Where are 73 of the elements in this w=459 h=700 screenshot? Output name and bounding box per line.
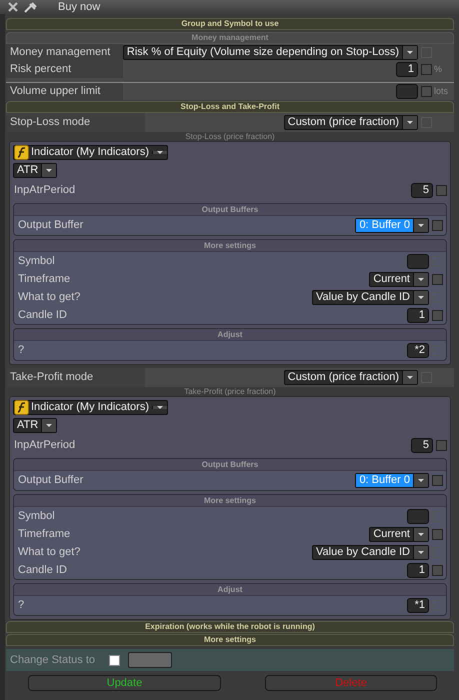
field-label: What to get? (17, 544, 80, 560)
field-label: Stop-Loss mode (6, 113, 145, 132)
number-field[interactable] (396, 84, 418, 99)
caret-icon (413, 474, 428, 487)
caret-icon (41, 164, 56, 177)
field-label: Candle ID (17, 308, 67, 323)
caret-icon (402, 116, 418, 129)
indicator-dropdown[interactable]: ATR (13, 163, 58, 178)
number-field[interactable]: 5 (411, 438, 433, 453)
dropdown[interactable]: Custom (price fraction) (284, 370, 418, 385)
section-header[interactable]: More settings (6, 634, 454, 646)
field-label: Candle ID (17, 562, 67, 578)
checkbox[interactable] (436, 440, 447, 451)
number-field[interactable]: 1 (396, 62, 418, 77)
window-title: Buy now (58, 1, 100, 13)
field-label: ? (17, 598, 24, 614)
dropdown[interactable]: Current (369, 272, 429, 286)
field-label: Symbol (17, 508, 55, 524)
field-label: What to get? (17, 290, 80, 305)
close-icon[interactable] (8, 2, 18, 12)
caret-icon (413, 528, 428, 540)
field-label: Take-Profit mode (6, 368, 145, 387)
function-icon (14, 400, 29, 415)
number-field[interactable] (407, 254, 429, 268)
checkbox[interactable] (432, 310, 443, 320)
caret-icon (402, 371, 418, 384)
source-dropdown[interactable]: Indicator (My Indicators) (13, 145, 168, 160)
dropdown[interactable]: Current (369, 526, 429, 542)
caret-icon (413, 272, 428, 286)
unit-label: % (433, 62, 444, 76)
field-label: InpAtrPeriod (13, 183, 76, 198)
field-label: Output Buffer (17, 218, 84, 234)
dropdown[interactable]: Custom (price fraction) (284, 115, 418, 130)
caption-text: Take-Profit (price fraction) (183, 387, 277, 396)
section-header[interactable]: Stop-Loss and Take-Profit (6, 101, 454, 113)
caret-icon (413, 546, 428, 558)
caret-icon (413, 219, 428, 232)
field-label: Timeframe (17, 272, 70, 287)
caption-text: Stop-Loss (price fraction) (184, 132, 276, 141)
number-field[interactable]: 1 (407, 308, 429, 322)
number-field[interactable]: 5 (411, 183, 433, 198)
number-field[interactable]: 1 (407, 562, 429, 578)
field-label: Money management (6, 44, 123, 61)
field-label: Timeframe (17, 526, 70, 542)
checkbox[interactable] (421, 86, 432, 97)
status-field[interactable] (128, 652, 172, 668)
indicator-dropdown[interactable]: ATR (13, 418, 58, 433)
number-field[interactable] (407, 508, 429, 524)
caret-icon (41, 419, 56, 432)
field-label: Risk percent (6, 61, 123, 78)
source-dropdown[interactable]: Indicator (My Indicators) (13, 400, 168, 415)
field-label: ? (17, 343, 24, 358)
action-button[interactable]: Update (28, 675, 221, 691)
field-label: InpAtrPeriod (13, 438, 76, 454)
field-label: Symbol (17, 254, 55, 269)
caret-icon (413, 290, 428, 304)
checkbox[interactable] (432, 274, 443, 284)
section-header[interactable]: Group and Symbol to use (6, 18, 454, 30)
checkbox[interactable] (432, 564, 443, 576)
function-icon (14, 145, 29, 160)
caret-icon (152, 406, 167, 409)
checkbox[interactable] (436, 185, 447, 196)
checkbox[interactable] (421, 64, 432, 75)
checkbox[interactable] (432, 475, 443, 486)
field-label: Change Status to (10, 652, 96, 668)
caret-icon (152, 151, 167, 154)
field-label: Output Buffer (17, 473, 84, 488)
section-header[interactable]: Expiration (works while the robot is running) (6, 621, 454, 633)
checkbox[interactable] (432, 528, 443, 540)
checkbox[interactable] (109, 654, 120, 666)
checkbox[interactable] (432, 220, 443, 231)
unit-label: lots (433, 84, 450, 98)
field-label: Volume upper limit (6, 83, 123, 100)
